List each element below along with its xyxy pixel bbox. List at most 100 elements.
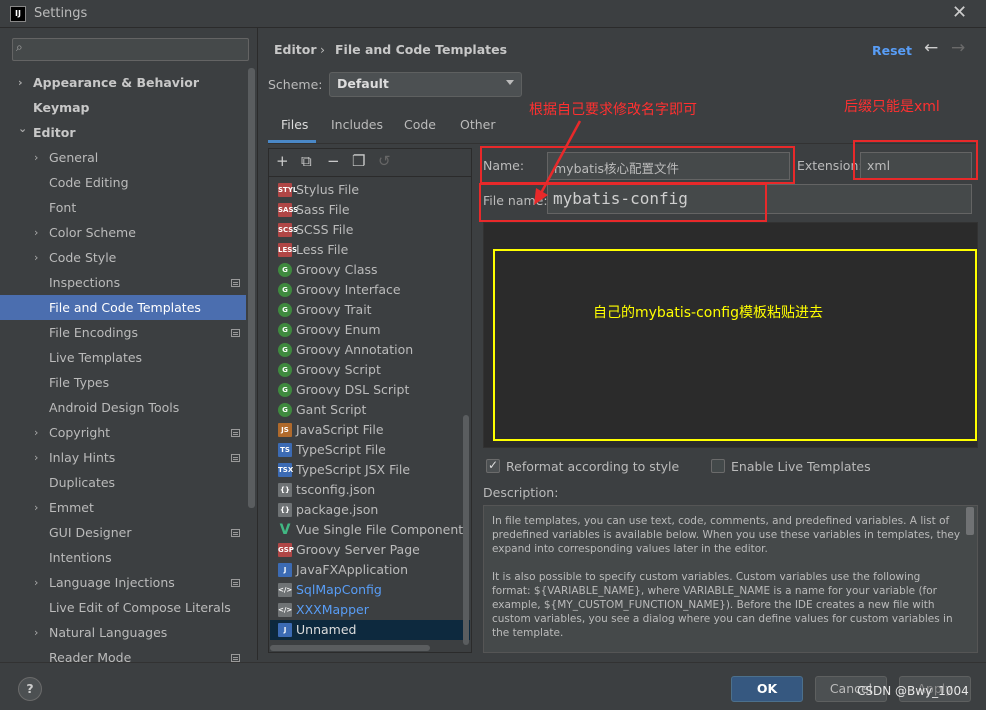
sidebar-item-editor[interactable]: ⌄ Editor xyxy=(0,120,246,145)
file-type-icon: J xyxy=(278,563,292,577)
remove-icon[interactable]: − xyxy=(327,152,340,170)
template-list-item[interactable]: G Groovy Class xyxy=(270,260,470,280)
template-list-item[interactable]: G Groovy Annotation xyxy=(270,340,470,360)
reformat-label[interactable]: Reformat according to style xyxy=(506,459,679,474)
tab-code[interactable]: Code xyxy=(404,117,436,143)
sidebar-item-code-style[interactable]: › Code Style xyxy=(0,245,246,270)
template-list-item[interactable]: TS TypeScript File xyxy=(270,440,470,460)
sidebar-item-inspections[interactable]: Inspections xyxy=(0,270,246,295)
file-type-icon: G xyxy=(278,263,292,277)
template-list-item[interactable]: J Unnamed xyxy=(270,620,470,640)
tab-other[interactable]: Other xyxy=(460,117,496,143)
description-label: Description: xyxy=(483,485,559,500)
template-list-item[interactable]: G Gant Script xyxy=(270,400,470,420)
template-list-item[interactable]: {} tsconfig.json xyxy=(270,480,470,500)
undo-icon[interactable]: ↺ xyxy=(378,152,391,170)
watermark-text: CSDN @Bwy_1004 xyxy=(857,684,969,698)
chevron-right-icon[interactable]: › xyxy=(34,245,38,270)
template-list-item[interactable]: J JavaFXApplication xyxy=(270,560,470,580)
list-vertical-scrollbar[interactable] xyxy=(463,415,469,645)
template-list-item[interactable]: STYL Stylus File xyxy=(270,180,470,200)
template-list-item[interactable]: {} package.json xyxy=(270,500,470,520)
chevron-right-icon[interactable]: › xyxy=(18,70,23,95)
template-name: Sass File xyxy=(296,202,350,217)
template-list-item[interactable]: G Groovy Script xyxy=(270,360,470,380)
sidebar-item-keymap[interactable]: Keymap xyxy=(0,95,246,120)
template-name: Groovy DSL Script xyxy=(296,382,410,397)
back-arrow-icon[interactable]: ← xyxy=(924,38,938,58)
annotation-box-filename xyxy=(479,183,767,222)
help-button[interactable]: ? xyxy=(18,677,42,701)
description-scrollbar[interactable] xyxy=(966,507,974,535)
chevron-down-icon[interactable]: ⌄ xyxy=(18,116,27,141)
template-list-item[interactable]: TSX TypeScript JSX File xyxy=(270,460,470,480)
sidebar-item-label: Natural Languages xyxy=(49,625,168,640)
template-list-item[interactable]: SASS Sass File xyxy=(270,200,470,220)
file-type-icon: STYL xyxy=(278,183,297,197)
sidebar-item-label: Font xyxy=(49,200,77,215)
sidebar-item-android-design-tools[interactable]: Android Design Tools xyxy=(0,395,246,420)
reformat-checkbox[interactable] xyxy=(486,458,500,473)
template-list-item[interactable]: </> XXXMapper xyxy=(270,600,470,620)
template-list-item[interactable]: </> SqlMapConfig xyxy=(270,580,470,600)
add-child-icon[interactable]: ⧉ xyxy=(301,152,312,170)
sidebar-item-natural-languages[interactable]: › Natural Languages xyxy=(0,620,246,645)
template-list-item[interactable]: LESS Less File xyxy=(270,240,470,260)
sidebar-item-inlay-hints[interactable]: › Inlay Hints xyxy=(0,445,246,470)
add-icon[interactable]: + xyxy=(276,152,289,170)
annotation-box-name xyxy=(480,146,795,184)
scheme-value: Default xyxy=(337,76,389,91)
chevron-right-icon[interactable]: › xyxy=(34,420,38,445)
sidebar-item-code-editing[interactable]: Code Editing xyxy=(0,170,246,195)
sidebar-item-label: Reader Mode xyxy=(49,650,132,665)
template-list-item[interactable]: GSP Groovy Server Page xyxy=(270,540,470,560)
settings-search-input[interactable] xyxy=(12,38,249,61)
ok-button[interactable]: OK xyxy=(731,676,803,702)
sidebar-item-general[interactable]: › General xyxy=(0,145,246,170)
template-list-item[interactable]: G Groovy Enum xyxy=(270,320,470,340)
live-templates-label[interactable]: Enable Live Templates xyxy=(731,459,871,474)
breadcrumb-editor[interactable]: Editor xyxy=(274,42,317,57)
template-list-item[interactable]: G Groovy DSL Script xyxy=(270,380,470,400)
template-list-item[interactable]: V Vue Single File Component xyxy=(270,520,470,540)
close-icon[interactable]: ✕ xyxy=(952,2,967,23)
template-name: Groovy Annotation xyxy=(296,342,414,357)
sidebar-item-intentions[interactable]: Intentions xyxy=(0,545,246,570)
sidebar-item-live-templates[interactable]: Live Templates xyxy=(0,345,246,370)
template-list-item[interactable]: G Groovy Interface xyxy=(270,280,470,300)
sidebar-item-appearance-behavior[interactable]: › Appearance & Behavior xyxy=(0,70,246,95)
sidebar-item-copyright[interactable]: › Copyright xyxy=(0,420,246,445)
sidebar-item-label: Emmet xyxy=(49,500,94,515)
tab-includes[interactable]: Includes xyxy=(331,117,383,143)
file-type-icon: G xyxy=(278,343,292,357)
chevron-right-icon[interactable]: › xyxy=(34,220,38,245)
sidebar-item-live-edit-of-compose-literals[interactable]: Live Edit of Compose Literals xyxy=(0,595,246,620)
chevron-right-icon[interactable]: › xyxy=(34,495,38,520)
sidebar-item-file-types[interactable]: File Types xyxy=(0,370,246,395)
sidebar-scrollbar[interactable] xyxy=(248,68,255,508)
sidebar-item-language-injections[interactable]: › Language Injections xyxy=(0,570,246,595)
sidebar-item-gui-designer[interactable]: GUI Designer xyxy=(0,520,246,545)
template-list-item[interactable]: SCSS SCSS File xyxy=(270,220,470,240)
sidebar-item-duplicates[interactable]: Duplicates xyxy=(0,470,246,495)
template-name: Less File xyxy=(296,242,349,257)
template-list-item[interactable]: G Groovy Trait xyxy=(270,300,470,320)
chevron-right-icon[interactable]: › xyxy=(34,620,38,645)
sidebar-item-file-encodings[interactable]: File Encodings xyxy=(0,320,246,345)
sidebar-item-reader-mode[interactable]: Reader Mode xyxy=(0,645,246,670)
copy-icon[interactable]: ❐ xyxy=(352,152,365,170)
sidebar-item-file-and-code-templates[interactable]: File and Code Templates xyxy=(0,295,246,320)
chevron-right-icon[interactable]: › xyxy=(34,145,38,170)
forward-arrow-icon[interactable]: → xyxy=(951,38,965,58)
chevron-right-icon[interactable]: › xyxy=(34,445,38,470)
reset-button[interactable]: Reset xyxy=(872,43,912,58)
project-settings-icon xyxy=(231,454,240,462)
chevron-right-icon[interactable]: › xyxy=(34,570,38,595)
app-icon: IJ xyxy=(10,6,26,22)
live-templates-checkbox[interactable] xyxy=(711,459,725,473)
sidebar-item-font[interactable]: Font xyxy=(0,195,246,220)
template-list-item[interactable]: JS JavaScript File xyxy=(270,420,470,440)
sidebar-item-color-scheme[interactable]: › Color Scheme xyxy=(0,220,246,245)
list-horizontal-scrollbar[interactable] xyxy=(270,645,430,651)
sidebar-item-emmet[interactable]: › Emmet xyxy=(0,495,246,520)
